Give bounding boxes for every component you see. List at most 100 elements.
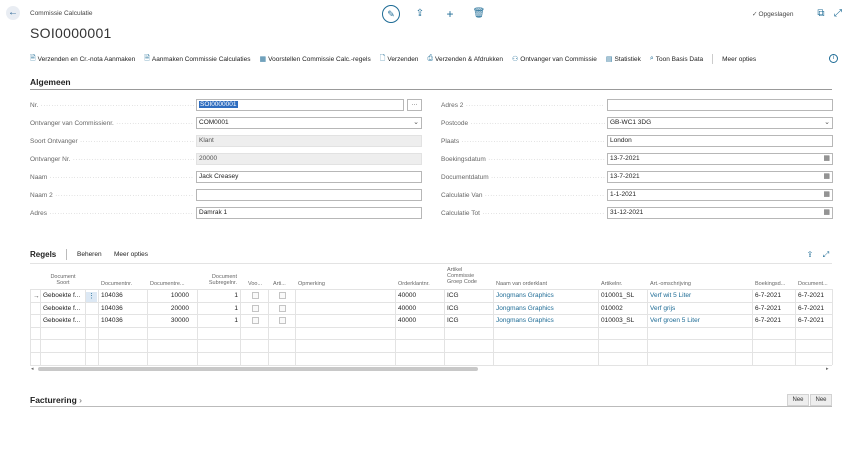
checkbox-voo[interactable] (252, 304, 259, 312)
info-icon[interactable]: i (829, 54, 838, 63)
cell-sub-line: 1 (234, 317, 238, 325)
no-field[interactable]: SOI0000001 (196, 99, 404, 111)
calc-from-field[interactable]: 1-1-2021 ▦ (607, 189, 833, 201)
new-button[interactable]: + (441, 5, 459, 23)
scroll-left-icon[interactable]: ◂ (31, 366, 34, 372)
action-base-data[interactable]: ⌕ Toon Basis Data (650, 55, 703, 63)
label-city: Plaats (441, 138, 605, 145)
calendar-icon[interactable]: ▦ (823, 172, 830, 182)
open-new-window-button[interactable]: ⧉ (812, 5, 830, 23)
cell-item-no: 010001_SL (601, 292, 635, 299)
posting-date-field[interactable]: 13-7-2021 ▦ (607, 153, 833, 165)
more-options-label: Meer opties (722, 55, 757, 63)
recipient-no-dropdown[interactable]: COM0001 ⌄ (196, 117, 422, 129)
label-recipient-no: Ontvanger van Commissienr. (30, 120, 194, 127)
grid-row-line (30, 339, 832, 341)
address-2-field[interactable] (607, 99, 833, 111)
send-icon: 🗋 (379, 54, 386, 62)
action-send-credit-memo[interactable]: 🗎 Verzenden en Cr.-nota Aanmaken (30, 54, 135, 65)
address-field[interactable]: Damrak 1 (196, 207, 422, 219)
cell-item-desc[interactable]: Verf grijs (650, 305, 750, 312)
action-send[interactable]: 🗋 Verzenden (380, 54, 419, 65)
col-item-desc[interactable]: Art.-omschrijving (650, 281, 691, 287)
scroll-right-icon[interactable]: ▸ (826, 366, 829, 372)
col-item-no[interactable]: Artikelnr. (601, 281, 622, 287)
action-recipient[interactable]: ⚇ Ontvanger van Commissie (511, 55, 597, 64)
checkbox-arti[interactable] (279, 317, 286, 325)
col-doc-line[interactable]: Documentre... (150, 281, 185, 287)
calc-to-field[interactable]: 31-12-2021 ▦ (607, 207, 833, 219)
calendar-icon[interactable]: ▦ (823, 208, 830, 218)
send-credit-icon: 🗎 (30, 54, 36, 62)
cell-doc-no: 104036 (101, 304, 123, 312)
action-statistics[interactable]: ▤ Statistiek (606, 55, 641, 64)
no-value: SOI0000001 (199, 101, 238, 108)
expand-icon: ⤢ (834, 8, 842, 19)
base-data-icon: ⌕ (649, 55, 654, 62)
action-suggest-lines[interactable]: ▦ Voorstellen Commissie Calc.-regels (259, 55, 370, 64)
cell-cust-name[interactable]: Jongmans Graphics (496, 305, 596, 312)
checkbox-arti[interactable] (279, 304, 286, 312)
lookup-button[interactable]: ··· (407, 99, 422, 111)
tab-lines[interactable]: Regels (30, 250, 56, 259)
col-doc-no[interactable]: Documentnr. (101, 281, 132, 287)
name-2-field[interactable] (196, 189, 422, 201)
suggest-lines-icon: ▦ (259, 56, 267, 63)
expand-button[interactable]: ⤢ (829, 5, 847, 23)
new-window-icon: ⧉ (817, 8, 825, 19)
delete-button[interactable]: 🗑 (470, 5, 488, 23)
label-recipient-nr: Ontvanger Nr. (30, 156, 194, 163)
tab-more-options[interactable]: Meer opties (114, 251, 148, 258)
action-send-print[interactable]: ⎙ Verzenden & Afdrukken (427, 55, 503, 63)
checkbox-arti[interactable] (279, 292, 286, 299)
col-voo[interactable]: Voo... (248, 281, 262, 287)
print-icon: ⎙ (427, 55, 434, 62)
document-date-field[interactable]: 13-7-2021 ▦ (607, 171, 833, 183)
share-button[interactable]: ⇪ (411, 5, 429, 23)
recipient-nr-field: 20000 (196, 153, 422, 165)
col-commission-group[interactable]: Artikel Commissie Groep Code (447, 267, 477, 285)
more-vertical-icon: ⋮ (88, 293, 95, 300)
section-invoicing-title[interactable]: Facturering › (30, 395, 82, 405)
grid-row-line (30, 314, 832, 316)
name-field[interactable]: Jack Creasey (196, 171, 422, 183)
col-arti[interactable]: Arti... (273, 281, 286, 287)
city-field[interactable]: London (607, 135, 833, 147)
col-order-customer[interactable]: Orderklantnr. (398, 281, 430, 287)
col-customer-name[interactable]: Naam van orderklant (496, 281, 547, 287)
label-name-2: Naam 2 (30, 192, 194, 199)
checkbox-voo[interactable] (252, 292, 259, 299)
cell-item-desc[interactable]: Verf groen 5 Liter (650, 317, 750, 324)
cell-cust-name[interactable]: Jongmans Graphics (496, 292, 596, 299)
back-button[interactable]: ← (6, 6, 20, 20)
col-doc-type[interactable]: Document Soort (40, 274, 86, 286)
postcode-dropdown[interactable]: GB-WC1 3DG ⌄ (607, 117, 833, 129)
expand-lines-button[interactable]: ⤢ (817, 246, 835, 264)
share-icon: ⇪ (806, 250, 814, 259)
tab-manage[interactable]: Beheren (77, 251, 102, 258)
cell-order-cust: 40000 (398, 292, 417, 299)
label-recipient-type: Soort Ontvanger (30, 138, 194, 145)
col-posting-date[interactable]: Boekingsd... (755, 281, 785, 287)
calendar-icon[interactable]: ▦ (823, 190, 830, 200)
cell-doc-no: 104036 (101, 292, 123, 299)
calendar-icon[interactable]: ▦ (823, 154, 830, 164)
more-options-button[interactable]: Meer opties (722, 56, 756, 63)
status-badge: Nee (810, 394, 832, 406)
col-remark[interactable]: Opmerking (298, 281, 325, 287)
section-general-title[interactable]: Algemeen (30, 77, 71, 87)
row-menu-button[interactable]: ⋮ (86, 292, 97, 302)
saved-status-label: Opgeslagen (758, 11, 794, 18)
action-label: Aanmaken Commissie Calculaties (151, 55, 251, 63)
col-document-date[interactable]: Document... (798, 281, 828, 287)
recipient-icon: ⚇ (511, 56, 519, 63)
cell-item-desc[interactable]: Verf wit 5 Liter (650, 292, 750, 299)
checkbox-voo[interactable] (252, 317, 259, 325)
action-create-calculations[interactable]: 🗎 Aanmaken Commissie Calculaties (144, 54, 250, 65)
scrollbar-thumb[interactable] (38, 367, 478, 371)
col-sub-line[interactable]: Document Subregelnr. (200, 274, 237, 286)
edit-button[interactable]: ✎ (382, 5, 400, 23)
cell-doc-type: Geboekte f... (43, 292, 81, 299)
cell-cust-name[interactable]: Jongmans Graphics (496, 317, 596, 324)
col-header-line: Groep Code (447, 279, 477, 285)
